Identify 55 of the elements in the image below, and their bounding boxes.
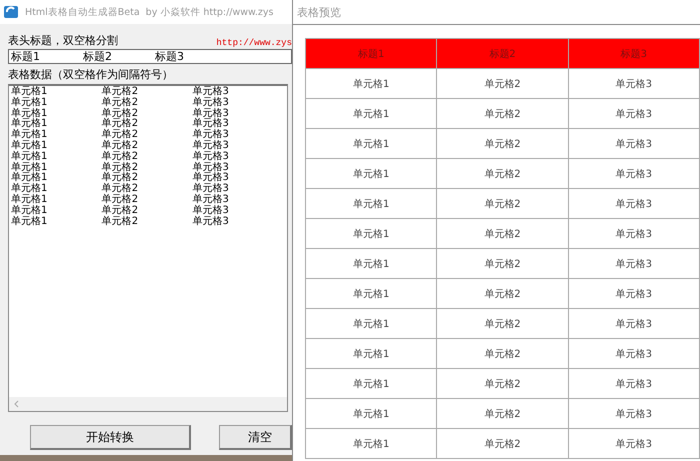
table-cell: 单元格3 xyxy=(568,68,700,98)
table-cell: 单元格3 xyxy=(568,428,700,458)
table-cell: 单元格2 xyxy=(436,158,568,188)
table-cell: 单元格2 xyxy=(436,218,568,248)
column-header: 标题1 xyxy=(306,38,437,68)
window-title: Html表格自动生成器Beta xyxy=(25,6,140,18)
table-cell: 单元格1 xyxy=(306,218,437,248)
table-cell: 单元格1 xyxy=(306,68,437,98)
convert-button[interactable]: 开始转换 xyxy=(30,425,192,450)
horizontal-scrollbar[interactable] xyxy=(9,397,287,411)
window-title: 表格预览 xyxy=(297,4,341,20)
website-link[interactable]: http://www.zys xyxy=(216,38,292,48)
table-cell: 单元格2 xyxy=(436,248,568,278)
table-cell: 单元格3 xyxy=(568,128,700,158)
table-cell: 单元格1 xyxy=(306,398,437,428)
table-cell: 单元格2 xyxy=(436,278,568,308)
table-cell: 单元格1 xyxy=(306,338,437,368)
table-cell: 单元格2 xyxy=(436,338,568,368)
table-cell: 单元格2 xyxy=(436,308,568,338)
table-cell: 单元格1 xyxy=(306,248,437,278)
app-logo-icon xyxy=(3,4,19,20)
column-header: 标题3 xyxy=(568,38,700,68)
table-cell: 单元格2 xyxy=(436,368,568,398)
table-cell: 单元格2 xyxy=(436,68,568,98)
table-cell: 单元格3 xyxy=(568,248,700,278)
table-cell: 单元格2 xyxy=(436,398,568,428)
table-cell: 单元格3 xyxy=(568,188,700,218)
table-cell: 单元格3 xyxy=(568,158,700,188)
table-cell: 单元格1 xyxy=(306,158,437,188)
table-cell: 单元格2 xyxy=(436,128,568,158)
clear-button[interactable]: 清空 xyxy=(219,425,292,450)
table-cell: 单元格2 xyxy=(436,428,568,458)
table-cell: 单元格2 xyxy=(436,98,568,128)
table-cell: 单元格3 xyxy=(568,308,700,338)
table-cell: 单元格3 xyxy=(568,278,700,308)
table-cell: 单元格3 xyxy=(568,368,700,398)
window-byline: by 小焱软件 http://www.zys xyxy=(146,6,274,18)
table-cell: 单元格1 xyxy=(306,128,437,158)
data-label: 表格数据（双空格作为间隔符号） xyxy=(8,67,173,82)
scroll-left-icon[interactable] xyxy=(13,400,21,408)
table-cell: 单元格1 xyxy=(306,98,437,128)
table-cell: 单元格3 xyxy=(568,218,700,248)
table-cell: 单元格3 xyxy=(568,398,700,428)
table-cell: 单元格1 xyxy=(306,308,437,338)
table-cell: 单元格1 xyxy=(306,278,437,308)
data-text-area[interactable]: 单元格1 单元格2 单元格3 单元格1 单元格2 单元格3 单元格1 单元格2 单元格3 单元格1 单元格2 单元格3 单元格1 单元格2 单元格3 单元格1 单元格2 单元格3 单元格1 单元格2 单元格3 单元格1 单元格2 单元格3 单元格1 单元格2 单元格3 单元格1 单元格2 单元格3 单元格1 单元格2 单元格3 单元格1 单元格2 单元格3 单元格1 单元格2 单元格3 xyxy=(8,84,288,412)
table-cell: 单元格1 xyxy=(306,368,437,398)
table-cell: 单元格3 xyxy=(568,98,700,128)
table-cell: 单元格3 xyxy=(568,338,700,368)
header-label: 表头标题，双空格分割 xyxy=(8,33,118,48)
table-cell: 单元格2 xyxy=(436,188,568,218)
table-cell: 单元格1 xyxy=(306,428,437,458)
column-header: 标题2 xyxy=(436,38,568,68)
table-cell: 单元格1 xyxy=(306,188,437,218)
header-input-field[interactable]: 标题1 标题2 标题3 xyxy=(8,49,292,64)
